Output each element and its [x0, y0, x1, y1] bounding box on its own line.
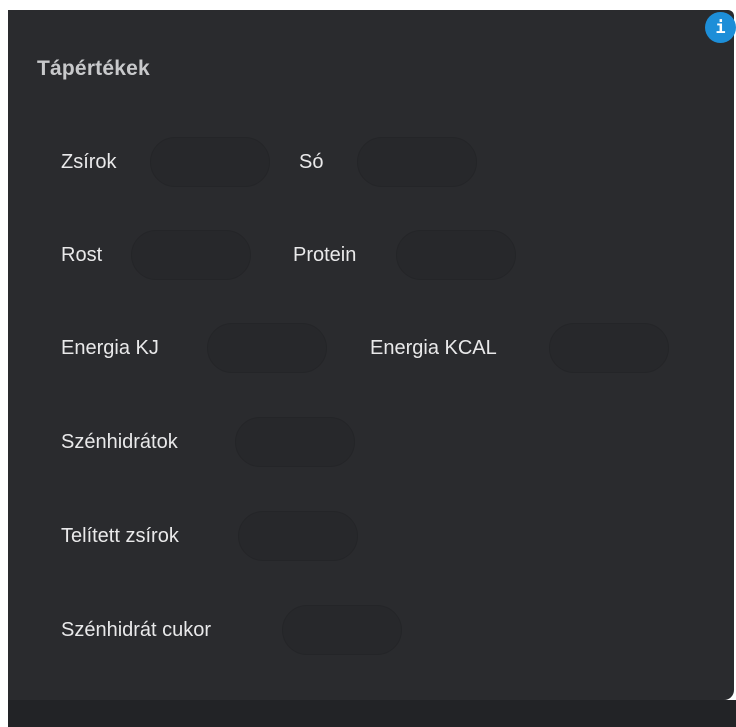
panel-title: Tápértékek [37, 57, 150, 80]
energy-kj-input[interactable] [207, 323, 327, 373]
saturated-fat-input[interactable] [238, 511, 358, 561]
fiber-label: Rost [61, 244, 103, 266]
protein-label: Protein [293, 244, 357, 266]
fat-input[interactable] [150, 137, 270, 187]
energy-kcal-input[interactable] [549, 323, 669, 373]
protein-input[interactable] [396, 230, 516, 280]
saturated-fat-label: Telített zsírok [61, 525, 179, 547]
sugar-label: Szénhidrát cukor [61, 619, 212, 641]
salt-input[interactable] [357, 137, 477, 187]
carbohydrates-label: Szénhidrátok [61, 431, 178, 453]
sugar-input[interactable] [282, 605, 402, 655]
energy-kj-label: Energia KJ [61, 337, 159, 359]
panel-bottom-bar [8, 700, 736, 727]
info-icon[interactable]: i [705, 12, 736, 43]
carbohydrates-input[interactable] [235, 417, 355, 467]
fiber-input[interactable] [131, 230, 251, 280]
energy-kcal-label: Energia KCAL [370, 337, 497, 359]
fat-label: Zsírok [61, 151, 117, 173]
salt-label: Só [299, 151, 324, 173]
